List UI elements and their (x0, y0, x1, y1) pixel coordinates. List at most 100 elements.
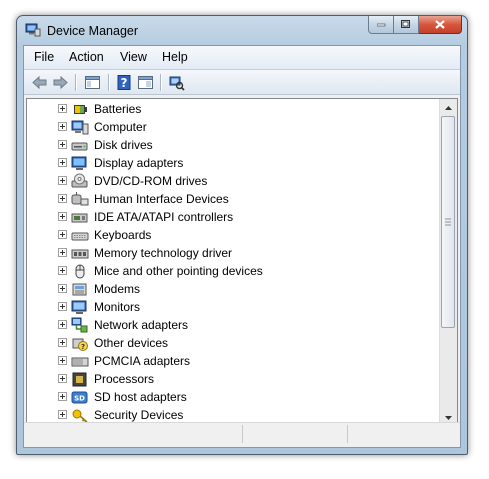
battery-icon (74, 105, 87, 114)
tree-category-label[interactable]: Batteries (94, 102, 141, 116)
close-icon (435, 20, 445, 29)
device-tree[interactable]: Batteries Computer Disk drives Display adap… (26, 98, 458, 427)
network-adapter-icon (71, 317, 88, 333)
forward-icon[interactable] (52, 74, 69, 91)
expand-icon[interactable] (58, 320, 67, 329)
tree-category-label[interactable]: IDE ATA/ATAPI controllers (94, 210, 233, 224)
tree-category-label[interactable]: Display adapters (94, 156, 183, 170)
memory-icon (71, 249, 89, 259)
expand-icon[interactable] (58, 212, 67, 221)
expand-icon[interactable] (58, 158, 67, 167)
expand-icon[interactable] (58, 194, 67, 203)
client-area: File Action View Help ? Batteries Comput… (23, 45, 461, 448)
tree-category-label[interactable]: Memory technology driver (94, 246, 232, 260)
status-pane-main (24, 425, 243, 443)
arrow-down-icon (445, 415, 452, 420)
minimize-button[interactable] (368, 16, 394, 34)
toolbar: ? (24, 70, 460, 95)
tree-category[interactable]: Disk drives (27, 136, 447, 154)
tree-category-label[interactable]: Computer (94, 120, 147, 134)
expand-icon[interactable] (58, 356, 67, 365)
expand-icon[interactable] (58, 122, 67, 131)
tree-category-label[interactable]: Disk drives (94, 138, 153, 152)
tree-category[interactable]: Human Interface Devices (27, 190, 447, 208)
status-bar (24, 422, 460, 447)
display-adapter-icon (71, 156, 87, 170)
menu-file[interactable]: File (34, 50, 54, 64)
svg-text:SD: SD (74, 395, 85, 403)
expand-icon[interactable] (58, 410, 67, 419)
expand-icon[interactable] (58, 104, 67, 113)
tree-category-label[interactable]: Modems (94, 282, 140, 296)
processor-icon (72, 372, 87, 387)
toolbar-separator (75, 74, 77, 91)
tree-category-label[interactable]: SD host adapters (94, 390, 187, 404)
expand-icon[interactable] (58, 338, 67, 347)
svg-text:?: ? (81, 343, 85, 351)
maximize-button[interactable] (394, 16, 419, 34)
title-bar[interactable]: Device Manager (17, 16, 467, 47)
tree-category[interactable]: Batteries (27, 100, 447, 118)
grip-icon (445, 218, 451, 226)
close-button[interactable] (419, 16, 462, 34)
show-hide-tree-icon[interactable] (84, 74, 101, 91)
security-device-icon (72, 409, 88, 423)
tree-category[interactable]: Modems (27, 280, 447, 298)
expand-icon[interactable] (58, 392, 67, 401)
computer-icon (71, 120, 89, 135)
tree-category-label[interactable]: Other devices (94, 336, 168, 350)
tree-category[interactable]: SD SD host adapters (27, 388, 447, 406)
tree-category[interactable]: PCMCIA adapters (27, 352, 447, 370)
expand-icon[interactable] (58, 248, 67, 257)
menu-action[interactable]: Action (69, 50, 104, 64)
expand-icon[interactable] (58, 284, 67, 293)
tree-category[interactable]: Memory technology driver (27, 244, 447, 262)
expand-icon[interactable] (58, 230, 67, 239)
scroll-up-button[interactable] (440, 99, 457, 116)
tree-category-label[interactable]: Processors (94, 372, 154, 386)
tree-category-label[interactable]: Keyboards (94, 228, 151, 242)
toolbar-separator (160, 74, 162, 91)
tree-category[interactable]: IDE ATA/ATAPI controllers (27, 208, 447, 226)
tree-category[interactable]: Network adapters (27, 316, 447, 334)
tree-category-label[interactable]: Network adapters (94, 318, 188, 332)
menu-view[interactable]: View (120, 50, 147, 64)
caption-buttons (368, 16, 462, 34)
status-pane-tertiary (348, 425, 458, 443)
tree-category[interactable]: Monitors (27, 298, 447, 316)
expand-icon[interactable] (58, 374, 67, 383)
tree-category-label[interactable]: Security Devices (94, 408, 183, 422)
dvd-drive-icon (71, 173, 88, 188)
tree-category-label[interactable]: Mice and other pointing devices (94, 264, 263, 278)
properties-icon[interactable] (137, 74, 154, 91)
scrollbar-thumb[interactable] (441, 116, 455, 328)
tree-category-label[interactable]: DVD/CD-ROM drives (94, 174, 207, 188)
tree-category-label[interactable]: PCMCIA adapters (94, 354, 190, 368)
scan-hardware-icon[interactable] (168, 74, 185, 91)
hid-icon (71, 192, 89, 206)
ide-controller-icon (71, 213, 88, 223)
help-icon[interactable]: ? (116, 74, 133, 91)
expand-icon[interactable] (58, 176, 67, 185)
pcmcia-icon (71, 357, 89, 367)
minimize-icon (376, 23, 385, 26)
expand-icon[interactable] (58, 266, 67, 275)
svg-text:?: ? (121, 76, 128, 90)
back-icon[interactable] (31, 74, 48, 91)
vertical-scrollbar[interactable] (439, 99, 457, 426)
tree-category[interactable]: Display adapters (27, 154, 447, 172)
tree-category[interactable]: Computer (27, 118, 447, 136)
tree-category[interactable]: ? Other devices (27, 334, 447, 352)
expand-icon[interactable] (58, 302, 67, 311)
disk-drive-icon (71, 142, 88, 151)
tree-category[interactable]: Processors (27, 370, 447, 388)
tree-category[interactable]: Keyboards (27, 226, 447, 244)
menu-bar: File Action View Help (24, 46, 460, 70)
tree-category[interactable]: Mice and other pointing devices (27, 262, 447, 280)
tree-category-label[interactable]: Human Interface Devices (94, 192, 229, 206)
expand-icon[interactable] (58, 140, 67, 149)
tree-category[interactable]: DVD/CD-ROM drives (27, 172, 447, 190)
menu-help[interactable]: Help (162, 50, 188, 64)
modem-icon (72, 283, 87, 296)
tree-category-label[interactable]: Monitors (94, 300, 140, 314)
